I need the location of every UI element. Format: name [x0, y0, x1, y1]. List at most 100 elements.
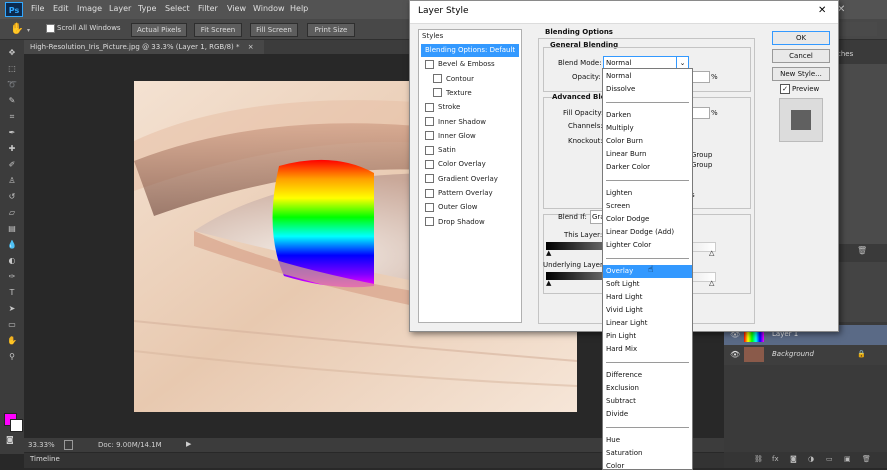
delete-layer-icon[interactable]: 🗑	[862, 455, 871, 463]
blend-mode-option[interactable]: Lighten	[603, 187, 692, 200]
this-layer-gradient[interactable]	[546, 242, 604, 250]
lasso-tool-icon[interactable]: ➰	[6, 80, 18, 90]
fit-screen-button[interactable]: Fit Screen	[194, 23, 242, 37]
style-item[interactable]: Stroke	[421, 101, 519, 114]
blend-mode-option[interactable]: Pin Light	[603, 330, 692, 343]
document-tab[interactable]: High-Resolution_Iris_Picture.jpg @ 33.3%…	[24, 40, 264, 54]
blend-mode-option[interactable]: Vivid Light	[603, 304, 692, 317]
dialog-title-bar[interactable]: Layer Style ✕	[410, 1, 838, 24]
underlying-layer-gradient[interactable]	[546, 272, 604, 280]
opacity-input[interactable]	[692, 71, 710, 83]
gradient-tool-icon[interactable]: ▤	[6, 224, 18, 234]
style-item[interactable]: Satin	[421, 144, 519, 157]
style-checkbox[interactable]	[433, 74, 442, 84]
underlying-white-slider-icon[interactable]: △	[709, 279, 714, 287]
blend-mode-option[interactable]: Hue	[603, 434, 692, 447]
menu-window[interactable]: Window	[253, 4, 285, 13]
menu-edit[interactable]: Edit	[53, 4, 69, 13]
group-icon[interactable]: ▭	[826, 455, 833, 463]
style-item[interactable]: Blending Options: Default	[421, 44, 519, 57]
fx-icon[interactable]: fx	[772, 455, 779, 463]
type-tool-icon[interactable]: T	[6, 288, 18, 298]
style-checkbox[interactable]	[425, 102, 434, 112]
blend-mode-option[interactable]: Linear Dodge (Add)	[603, 226, 692, 239]
style-checkbox[interactable]	[425, 159, 434, 169]
delete-swatch-icon[interactable]: 🗑	[857, 246, 867, 255]
eyedropper-tool-icon[interactable]: ✒	[6, 128, 18, 138]
style-item[interactable]: Inner Shadow	[421, 116, 519, 129]
menu-file[interactable]: File	[31, 4, 44, 13]
menu-help[interactable]: Help	[290, 4, 308, 13]
path-selection-tool-icon[interactable]: ➤	[6, 304, 18, 314]
history-brush-tool-icon[interactable]: ↺	[6, 192, 18, 202]
blend-mode-option[interactable]: Exclusion	[603, 382, 692, 395]
tool-preset-chevron-icon[interactable]: ▾	[27, 27, 30, 34]
blend-mode-option[interactable]: Multiply	[603, 122, 692, 135]
workspace-selector[interactable]	[837, 22, 877, 36]
style-item[interactable]: Gradient Overlay	[421, 173, 519, 186]
ok-button[interactable]: OK	[772, 31, 830, 45]
blend-mode-option[interactable]: Saturation	[603, 447, 692, 460]
style-item[interactable]: Color Overlay	[421, 158, 519, 171]
mask-icon[interactable]: ◙	[790, 455, 797, 463]
menu-view[interactable]: View	[227, 4, 246, 13]
background-color-swatch[interactable]	[10, 419, 23, 432]
style-checkbox[interactable]	[425, 217, 434, 227]
pen-tool-icon[interactable]: ✑	[6, 272, 18, 282]
eraser-tool-icon[interactable]: ▱	[6, 208, 18, 218]
style-checkbox[interactable]	[425, 131, 434, 141]
style-item[interactable]: Texture	[421, 87, 519, 100]
new-layer-icon[interactable]: ▣	[844, 455, 851, 463]
this-layer-black-slider-icon[interactable]: ▲	[546, 249, 551, 257]
print-size-button[interactable]: Print Size	[307, 23, 355, 37]
zoom-tool-icon[interactable]: ⚲	[6, 352, 18, 362]
blend-mode-option[interactable]: Dissolve	[603, 83, 692, 96]
swatches-tab[interactable]: ches	[837, 50, 853, 58]
actual-pixels-button[interactable]: Actual Pixels	[131, 23, 187, 37]
adjustment-icon[interactable]: ◑	[808, 455, 814, 463]
blend-mode-option[interactable]: Darken	[603, 109, 692, 122]
style-item[interactable]: Bevel & Emboss	[421, 58, 519, 71]
blend-mode-option[interactable]: Subtract	[603, 395, 692, 408]
blend-mode-option[interactable]: Normal	[603, 70, 692, 83]
underlying-black-slider-icon[interactable]: ▲	[546, 279, 551, 287]
brush-tool-icon[interactable]: ✐	[6, 160, 18, 170]
blend-mode-option[interactable]: Darker Color	[603, 161, 692, 174]
link-layers-icon[interactable]: ⛓	[754, 455, 763, 463]
style-checkbox[interactable]	[425, 59, 434, 69]
blend-mode-option[interactable]: Lighter Color	[603, 239, 692, 252]
shape-tool-icon[interactable]: ▭	[6, 320, 18, 330]
healing-brush-tool-icon[interactable]: ✚	[6, 144, 18, 154]
zoom-level[interactable]: 33.33%	[28, 441, 55, 449]
fill-screen-button[interactable]: Fill Screen	[250, 23, 298, 37]
blend-mode-option[interactable]: Color Dodge	[603, 213, 692, 226]
style-item[interactable]: Outer Glow	[421, 201, 519, 214]
blend-mode-option[interactable]: Linear Burn	[603, 148, 692, 161]
scroll-all-windows-checkbox[interactable]	[46, 24, 55, 33]
style-item[interactable]: Contour	[421, 73, 519, 86]
blend-mode-option[interactable]: Color Burn	[603, 135, 692, 148]
clone-stamp-tool-icon[interactable]: ♙	[6, 176, 18, 186]
layer-row-background[interactable]: 👁 Background 🔒	[724, 345, 887, 365]
status-menu-arrow-icon[interactable]: ▶	[186, 440, 191, 448]
layer-name[interactable]: Background	[772, 350, 814, 358]
dialog-close-icon[interactable]: ✕	[818, 5, 826, 16]
preview-checkbox[interactable]: ✓	[780, 84, 790, 94]
blend-mode-option[interactable]: Hard Light	[603, 291, 692, 304]
blend-mode-option[interactable]: Linear Light	[603, 317, 692, 330]
hand-tool-icon[interactable]: ✋	[10, 22, 24, 35]
blend-mode-option[interactable]: Hard Mix	[603, 343, 692, 356]
blur-tool-icon[interactable]: 💧	[6, 240, 18, 250]
dodge-tool-icon[interactable]: ◐	[6, 256, 18, 266]
crop-tool-icon[interactable]: ⌗	[6, 112, 18, 122]
menu-layer[interactable]: Layer	[109, 4, 131, 13]
status-info-icon[interactable]	[64, 440, 73, 450]
blend-mode-option[interactable]: Screen	[603, 200, 692, 213]
hand-tool-side-icon[interactable]: ✋	[6, 336, 18, 346]
cancel-button[interactable]: Cancel	[772, 49, 830, 63]
blend-mode-option[interactable]: Divide	[603, 408, 692, 421]
menu-select[interactable]: Select	[165, 4, 190, 13]
blend-mode-option[interactable]: Difference	[603, 369, 692, 382]
style-checkbox[interactable]	[425, 145, 434, 155]
fill-opacity-input[interactable]	[692, 107, 710, 119]
